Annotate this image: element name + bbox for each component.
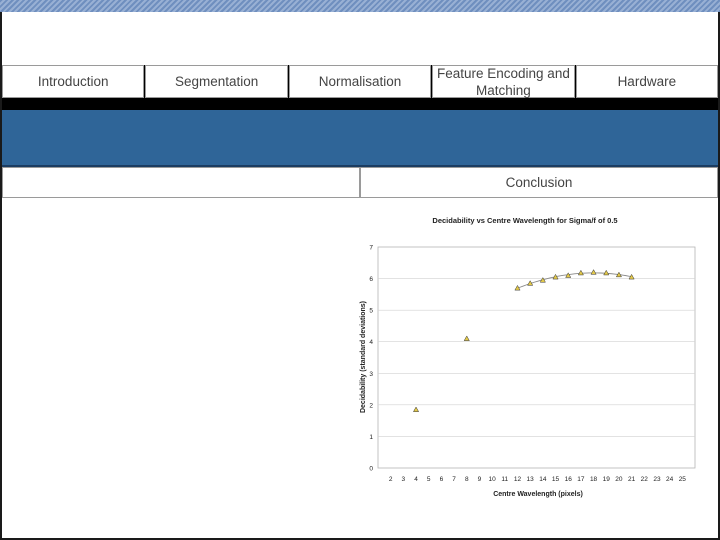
chart-title: Decidability vs Centre Wavelength for Si… [432,216,617,225]
tab-introduction[interactable]: Introduction [2,65,145,98]
sub-navigation: Conclusion [2,167,718,198]
header-stripe [0,0,720,12]
x-tick-label: 19 [603,476,611,483]
nav-divider-bar [2,98,718,110]
y-tick-label: 1 [369,434,373,441]
y-tick-label: 0 [369,466,373,473]
x-tick-label: 21 [628,476,636,483]
y-tick-labels: 0 1 2 3 4 5 6 7 [369,245,373,473]
x-tick-label: 8 [465,476,469,483]
tab-segmentation[interactable]: Segmentation [145,65,288,98]
decidability-chart: Decidability vs Centre Wavelength for Si… [360,216,696,498]
x-axis-label: Centre Wavelength (pixels) [493,491,583,498]
plot-area [377,246,696,469]
y-tick-label: 4 [369,339,373,346]
x-tick-label: 11 [501,476,508,483]
x-tick-label: 5 [427,476,431,483]
x-tick-label: 24 [666,476,674,483]
subtab-left[interactable] [2,167,360,198]
x-tick-label: 3 [402,476,406,483]
y-tick-label: 6 [369,276,373,283]
x-tick-label: 12 [514,476,522,483]
x-tick-label: 14 [539,476,547,483]
tab-hardware[interactable]: Hardware [575,65,719,98]
x-tick-labels: 2 3 4 5 6 7 8 9 10 11 12 13 14 15 16 17 18 19 20 21 22 23 24 25 [389,476,686,483]
y-axis-label: Decidability (standard deviations) [360,301,367,413]
y-tick-label: 2 [369,402,373,409]
y-tick-label: 3 [369,371,373,378]
x-tick-label: 20 [615,476,623,483]
tab-conclusion[interactable]: Conclusion [360,167,718,198]
x-tick-label: 4 [414,476,418,483]
x-tick-label: 15 [552,476,560,483]
y-tick-label: 7 [369,245,373,252]
x-tick-label: 2 [389,476,393,483]
x-tick-label: 25 [679,476,687,483]
x-tick-label: 7 [452,476,456,483]
title-banner [2,110,718,165]
y-tick-label: 5 [369,308,373,315]
x-tick-label: 18 [590,476,598,483]
x-tick-label: 6 [440,476,444,483]
x-tick-label: 23 [653,476,661,483]
tab-normalisation[interactable]: Normalisation [288,65,432,98]
tab-feature-encoding-and-matching[interactable]: Feature Encoding and Matching [432,65,575,98]
x-tick-label: 16 [565,476,573,483]
x-tick-label: 10 [489,476,497,483]
x-tick-label: 9 [478,476,482,483]
plot-frame [377,246,696,469]
x-tick-label: 13 [527,476,535,483]
main-navigation: Introduction Segmentation Normalisation … [2,65,719,98]
x-tick-label: 17 [577,476,585,483]
x-tick-label: 22 [641,476,649,483]
